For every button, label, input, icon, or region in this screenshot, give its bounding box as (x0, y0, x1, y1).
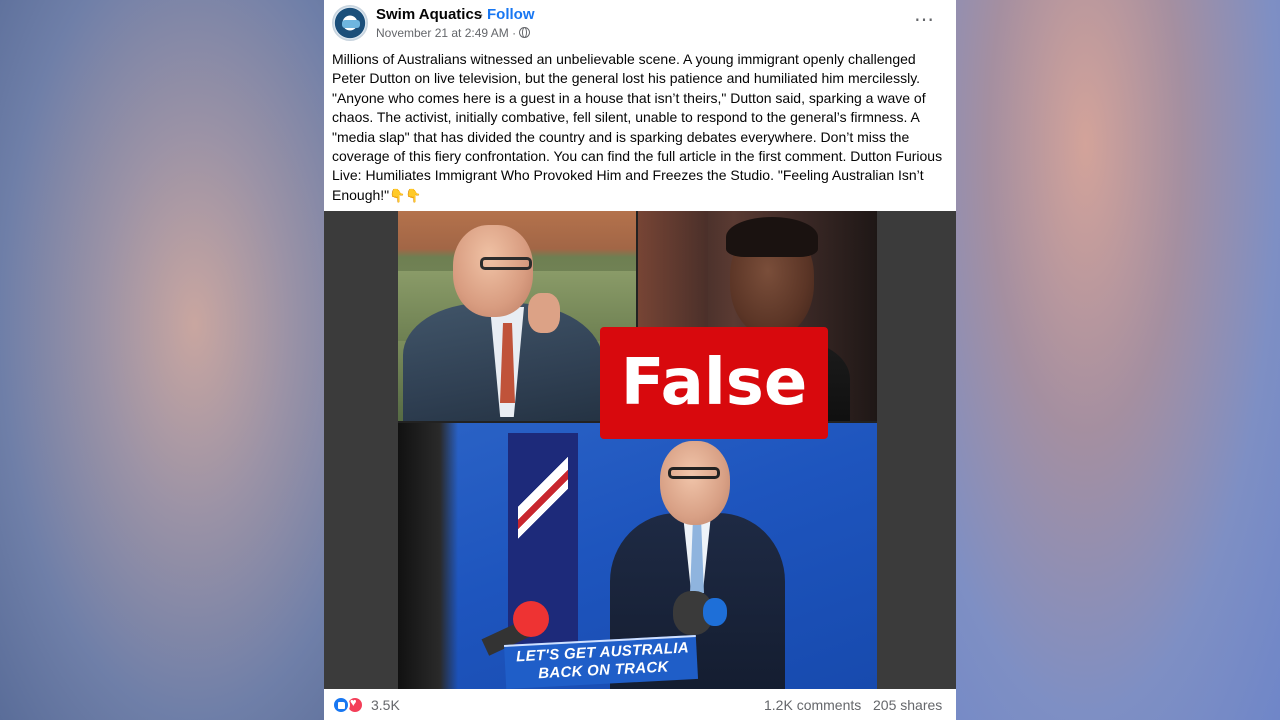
reaction-count[interactable]: 3.5K (371, 697, 400, 713)
post-footer: 3.5K 1.2K comments 205 shares (324, 689, 956, 720)
head (453, 225, 533, 317)
facebook-post-card: Swim Aquatics · Follow November 21 at 2:… (324, 0, 956, 720)
follow-button[interactable]: Follow (487, 6, 535, 23)
swim-aquatics-logo-icon (342, 20, 360, 28)
blurred-background-right (956, 0, 1280, 720)
like-icon[interactable] (332, 696, 350, 714)
page-avatar[interactable] (332, 5, 368, 41)
blurred-background-left (0, 0, 324, 720)
comments-count-link[interactable]: 1.2K comments (764, 697, 861, 713)
collage-image[interactable]: LET'S GET AUSTRALIA BACK ON TRACK False (398, 211, 877, 689)
separator-dot: · (479, 6, 484, 23)
false-rating-badge: False (600, 327, 828, 439)
dark-foreground (398, 423, 458, 689)
shares-count-link[interactable]: 205 shares (873, 697, 942, 713)
pointing-down-emoji-icon: 👇👇 (389, 187, 422, 203)
post-timestamp[interactable]: November 21 at 2:49 AM · (376, 26, 531, 40)
more-options-icon[interactable]: ⋯ (914, 10, 935, 30)
post-header: Swim Aquatics · Follow November 21 at 2:… (324, 0, 956, 44)
caption-text: Millions of Australians witnessed an unb… (332, 51, 943, 203)
pointing-hand (528, 293, 560, 333)
glasses (480, 257, 532, 270)
timestamp-text: November 21 at 2:49 AM · (376, 26, 517, 40)
globe-icon (519, 27, 531, 38)
post-caption: Millions of Australians witnessed an unb… (332, 50, 948, 205)
rating-label: False (620, 346, 808, 420)
hair (726, 217, 818, 257)
photo-press-conference: LET'S GET AUSTRALIA BACK ON TRACK (398, 423, 877, 689)
flag-union-jack (518, 443, 568, 553)
lectern-sign-text: LET'S GET AUSTRALIA BACK ON TRACK (515, 639, 690, 683)
post-media[interactable]: LET'S GET AUSTRALIA BACK ON TRACK False (324, 211, 956, 689)
head (660, 441, 730, 525)
microphone-red (513, 601, 549, 637)
microphone-blue (703, 598, 727, 626)
glasses (668, 467, 720, 479)
page-name-link[interactable]: Swim Aquatics (376, 6, 482, 23)
